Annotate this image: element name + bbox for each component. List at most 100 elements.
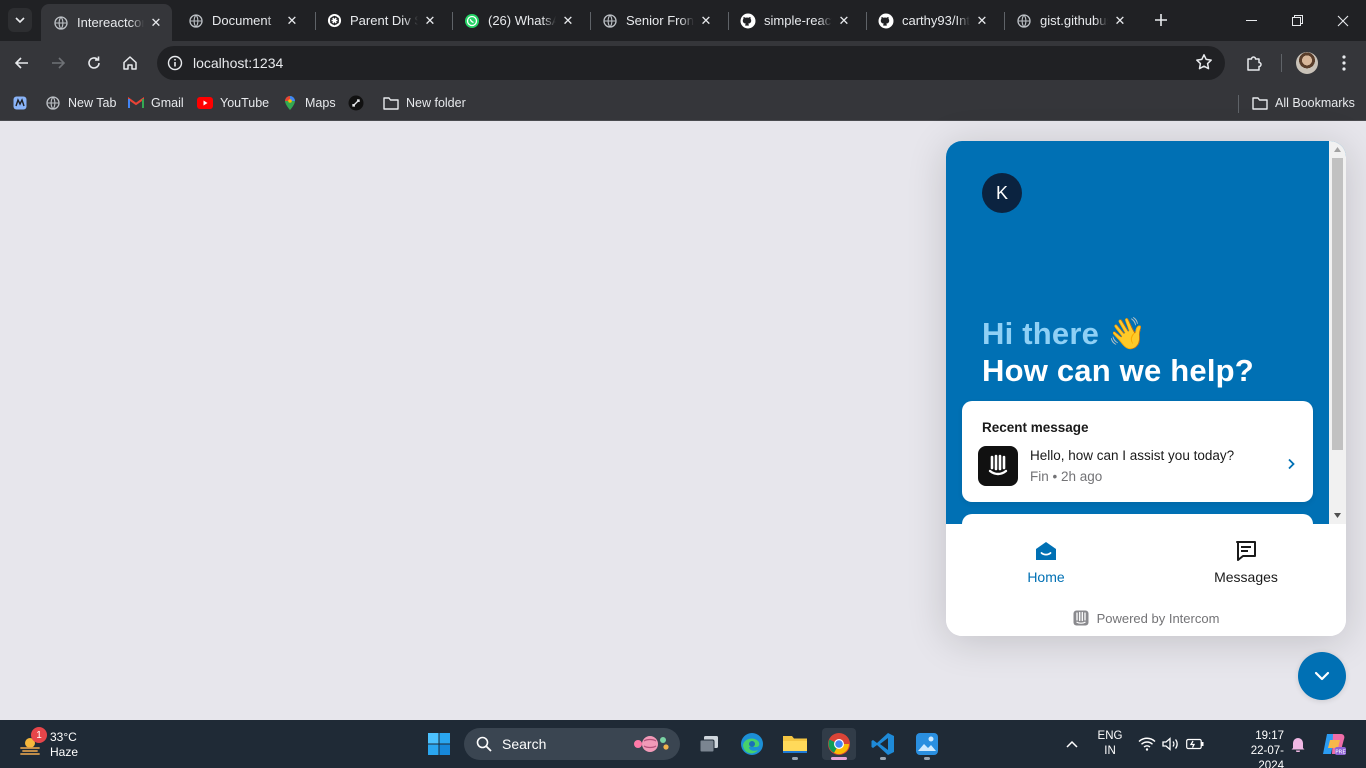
tab-title: Parent Div Sc	[350, 13, 418, 28]
tab-whatsapp[interactable]: (26) WhatsAp ✕	[452, 6, 584, 35]
restore-button[interactable]	[1274, 0, 1320, 41]
tab-parent-div[interactable]: Parent Div Sc ✕	[314, 6, 446, 35]
photos-app[interactable]	[910, 728, 944, 760]
chevron-down-icon	[1314, 671, 1330, 681]
photos-icon	[916, 733, 938, 755]
close-tab-icon[interactable]: ✕	[1112, 13, 1128, 29]
vscode-icon	[871, 733, 894, 755]
recent-message-text: Hello, how can I assist you today?	[1030, 448, 1235, 463]
vscode-app[interactable]	[866, 728, 900, 760]
search-icon	[476, 736, 492, 752]
edge-icon	[741, 733, 763, 755]
scroll-down-icon[interactable]	[1333, 511, 1342, 520]
tab-search-button[interactable]	[8, 8, 32, 32]
globe-icon	[188, 13, 204, 29]
messenger-scrollbar[interactable]	[1329, 141, 1346, 524]
scroll-up-icon[interactable]	[1333, 145, 1342, 154]
nav-messages-button[interactable]: Messages	[1176, 539, 1316, 585]
bookmark-maps[interactable]: Maps	[282, 92, 336, 114]
task-view-button[interactable]	[692, 728, 726, 760]
address-bar[interactable]: localhost:1234	[157, 46, 1225, 80]
start-button[interactable]	[422, 728, 456, 760]
chevron-down-icon	[15, 17, 25, 24]
profile-button[interactable]	[1293, 49, 1321, 77]
extension-bookmark-icon	[348, 95, 364, 111]
close-tab-icon[interactable]: ✕	[974, 13, 990, 29]
running-indicator	[792, 757, 798, 760]
new-tab-button[interactable]	[1150, 9, 1172, 31]
messenger-launcher-button[interactable]	[1298, 652, 1346, 700]
arrow-right-icon	[52, 57, 66, 69]
tab-title: simple-react	[764, 13, 832, 28]
edge-app[interactable]	[735, 728, 769, 760]
system-tray-status[interactable]	[1136, 720, 1206, 768]
bookmark-label: Gmail	[151, 96, 184, 110]
globe-icon	[53, 15, 69, 31]
bookmark-youtube[interactable]: YouTube	[197, 92, 269, 114]
puzzle-icon	[1247, 56, 1262, 71]
home-icon	[123, 56, 137, 70]
copilot-button[interactable]: PRE	[1320, 720, 1348, 768]
bell-icon	[1291, 738, 1305, 752]
minimize-button[interactable]	[1228, 0, 1274, 41]
close-tab-icon[interactable]: ✕	[148, 15, 164, 31]
close-tab-icon[interactable]: ✕	[560, 13, 576, 29]
url-text: localhost:1234	[193, 55, 284, 71]
file-explorer-app[interactable]	[778, 728, 812, 760]
menu-button[interactable]	[1330, 49, 1358, 77]
folder-icon	[1252, 95, 1268, 111]
bookmark-label: YouTube	[220, 96, 270, 110]
all-bookmarks-label: All Bookmarks	[1275, 96, 1355, 110]
taskbar-search[interactable]: Search	[464, 728, 680, 760]
tab-gist[interactable]: gist.githubus ✕	[1004, 6, 1136, 35]
folder-icon	[383, 95, 399, 111]
scrollbar-thumb[interactable]	[1332, 158, 1343, 450]
powered-by-link[interactable]: Powered by Intercom	[946, 610, 1346, 626]
bookmark-gmail[interactable]: Gmail	[128, 92, 184, 114]
region-code: IN	[1104, 745, 1116, 757]
tab-senior-frontend[interactable]: Senior Fronte ✕	[590, 6, 722, 35]
weather-widget[interactable]: 1 33°C Haze	[14, 727, 104, 761]
search-highlight-icon	[634, 736, 669, 752]
wifi-icon	[1138, 737, 1156, 751]
globe-icon	[602, 13, 618, 29]
close-tab-icon[interactable]: ✕	[698, 13, 714, 29]
bookmark-extension[interactable]	[348, 92, 371, 114]
chrome-app[interactable]	[822, 728, 856, 760]
reload-button[interactable]	[80, 49, 108, 77]
tab-document[interactable]: Document ✕	[176, 6, 308, 35]
more-vert-icon	[1342, 55, 1346, 71]
back-button[interactable]	[8, 49, 36, 77]
recent-message-card[interactable]: Recent message Hello, how can I assist y…	[962, 401, 1313, 502]
show-hidden-icons-button[interactable]	[1060, 720, 1084, 768]
close-tab-icon[interactable]: ✕	[422, 13, 438, 29]
bookmark-new-folder[interactable]: New folder	[383, 92, 466, 114]
bookmark-new-tab[interactable]: New Tab	[45, 92, 116, 114]
tab-simple-react[interactable]: simple-react ✕	[728, 6, 860, 35]
extensions-button[interactable]	[1240, 49, 1268, 77]
page-viewport: K Hi there 👋 How can we help? Recent mes…	[0, 121, 1366, 720]
notification-badge: 1	[31, 727, 47, 743]
close-tab-icon[interactable]: ✕	[284, 13, 300, 29]
youtube-icon	[197, 95, 213, 111]
site-info-icon[interactable]	[163, 51, 187, 75]
language-indicator[interactable]: ENG IN	[1094, 729, 1126, 759]
home-button[interactable]	[116, 49, 144, 77]
clock[interactable]: 19:17 22-07-2024	[1226, 729, 1284, 768]
tab-carthy93[interactable]: carthy93/Inte ✕	[866, 6, 998, 35]
tab-title: Senior Fronte	[626, 13, 694, 28]
close-window-button[interactable]	[1320, 0, 1366, 41]
folder-icon	[783, 736, 807, 753]
bookmark-app[interactable]	[12, 92, 35, 114]
running-indicator	[831, 757, 847, 760]
forward-button[interactable]	[44, 49, 72, 77]
notifications-button[interactable]	[1288, 720, 1308, 768]
nav-home-button[interactable]: Home	[976, 539, 1116, 585]
globe-icon	[45, 95, 61, 111]
tab-intereactcom[interactable]: Intereactcom ✕	[41, 4, 172, 41]
bookmark-star-icon[interactable]	[1195, 53, 1213, 76]
close-tab-icon[interactable]: ✕	[836, 13, 852, 29]
task-view-icon	[699, 736, 718, 753]
all-bookmarks-button[interactable]: All Bookmarks	[1252, 92, 1355, 114]
app-icon	[12, 95, 28, 111]
